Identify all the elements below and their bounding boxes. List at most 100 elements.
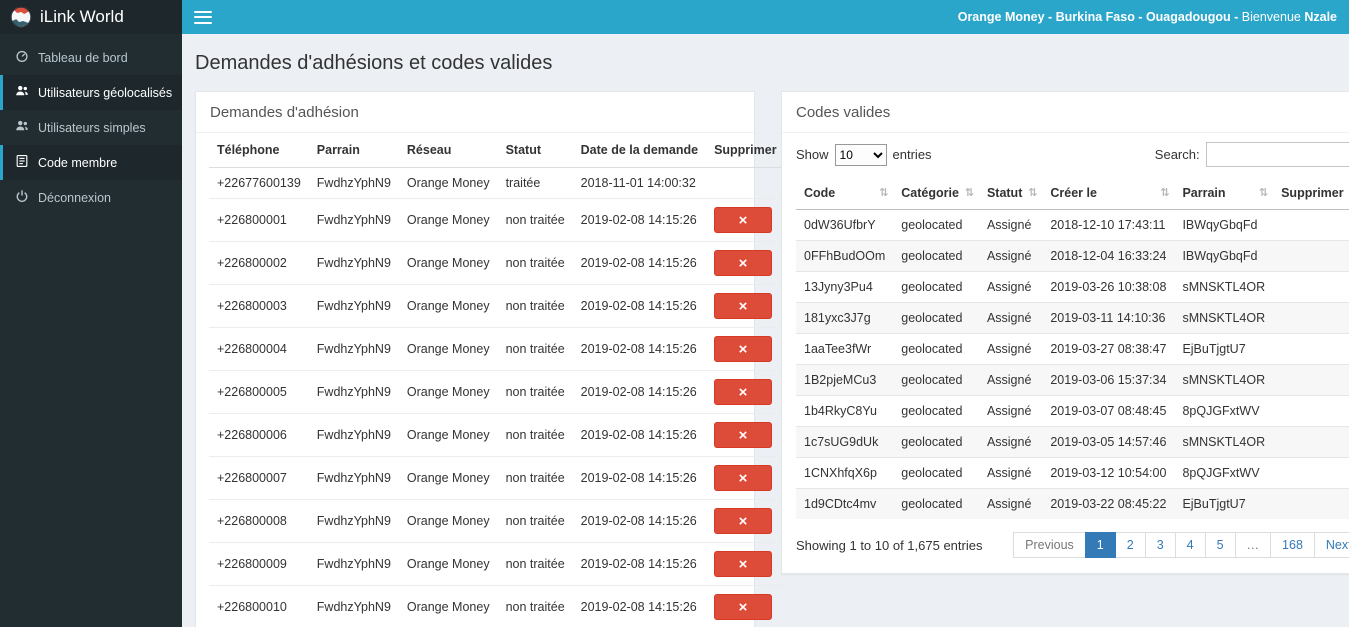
sidebar-item-member-code[interactable]: Code membre xyxy=(0,145,182,180)
request-row: +226800006 FwdhzYphN9 Orange Money non t… xyxy=(209,413,785,457)
delete-request-button[interactable]: × xyxy=(714,336,773,362)
page-button[interactable]: 3 xyxy=(1144,532,1176,558)
created-cell: 2018-12-10 17:43:11 xyxy=(1042,209,1175,241)
network-cell: Orange Money xyxy=(398,198,498,242)
delete-request-button[interactable]: × xyxy=(714,293,773,319)
parrain-cell: sMNSKTL4OR xyxy=(1174,302,1274,334)
phone-cell: +226800003 xyxy=(209,284,309,328)
sidebar-item-label: Tableau de bord xyxy=(38,50,128,65)
network-cell: Orange Money xyxy=(398,413,498,457)
topbar: iLink World Orange Money - Burkina Faso … xyxy=(0,0,1349,34)
code-cell: 1b4RkyC8Yu xyxy=(796,395,894,427)
delete-cell xyxy=(1273,395,1349,427)
x-icon: × xyxy=(738,297,748,315)
status-cell: Assigné xyxy=(978,271,1043,303)
delete-request-button[interactable]: × xyxy=(714,379,773,405)
code-row: 13Jyny3Pu4 geolocated Assigné 2019-03-26… xyxy=(796,271,1349,303)
created-cell: 2019-03-06 15:37:34 xyxy=(1042,364,1175,396)
page-length-control: Show 10 entries xyxy=(796,143,932,166)
sort-icon xyxy=(879,186,888,199)
delete-cell xyxy=(1273,209,1349,241)
date-cell: 2019-02-08 14:15:26 xyxy=(572,327,707,371)
status-cell: non traitée xyxy=(497,585,573,627)
delete-request-button[interactable]: × xyxy=(714,465,773,491)
sidebar-item-dashboard[interactable]: Tableau de bord xyxy=(0,40,182,75)
status-cell: non traitée xyxy=(497,499,573,543)
page-button[interactable]: 4 xyxy=(1174,532,1206,558)
date-cell: 2019-02-08 14:15:26 xyxy=(572,370,707,414)
codes-column-header[interactable]: Code xyxy=(796,177,894,210)
parrain-cell: FwdhzYphN9 xyxy=(308,499,399,543)
code-cell: 1B2pjeMCu3 xyxy=(796,364,894,396)
page-length-select[interactable]: 10 xyxy=(834,143,887,166)
phone-cell: +226800005 xyxy=(209,370,309,414)
page-button[interactable]: 2 xyxy=(1114,532,1146,558)
search-label: Search: xyxy=(1154,147,1200,162)
date-cell: 2018-11-01 14:00:32 xyxy=(572,167,707,199)
top-navbar: Orange Money - Burkina Faso - Ouagadougo… xyxy=(182,0,1349,34)
page-button[interactable]: Previous xyxy=(1013,532,1086,558)
delete-request-button[interactable]: × xyxy=(714,551,773,577)
request-row: +226800005 FwdhzYphN9 Orange Money non t… xyxy=(209,370,785,414)
requests-panel: Demandes d'adhésion Téléphone Parrain Ré… xyxy=(195,91,785,627)
delete-cell xyxy=(1273,333,1349,365)
category-cell: geolocated xyxy=(893,395,979,427)
category-cell: geolocated xyxy=(893,240,979,272)
delete-request-button[interactable]: × xyxy=(714,422,773,448)
parrain-cell: EjBuTjgtU7 xyxy=(1174,488,1274,519)
date-cell: 2019-02-08 14:15:26 xyxy=(572,241,707,285)
sidebar-toggle-button[interactable] xyxy=(194,10,212,24)
sidebar-item-logout[interactable]: Déconnexion xyxy=(0,180,182,215)
page-button[interactable]: 1 xyxy=(1084,532,1116,558)
page-button[interactable]: 168 xyxy=(1270,532,1315,558)
delete-cell xyxy=(1273,488,1349,519)
x-icon: × xyxy=(738,211,748,229)
request-row: +226800002 FwdhzYphN9 Orange Money non t… xyxy=(209,241,785,285)
requests-column-header: Parrain xyxy=(308,133,399,168)
network-cell: Orange Money xyxy=(398,456,498,500)
requests-table: Téléphone Parrain Réseau Statut Date de … xyxy=(209,133,785,627)
delete-request-button[interactable]: × xyxy=(714,508,773,534)
page-button[interactable]: Next xyxy=(1313,532,1349,558)
page-button[interactable]: 5 xyxy=(1204,532,1236,558)
table-info: Showing 1 to 10 of 1,675 entries xyxy=(796,537,983,553)
search-input[interactable] xyxy=(1205,142,1349,167)
network-cell: Orange Money xyxy=(398,499,498,543)
codes-column-header[interactable]: Statut xyxy=(978,177,1043,210)
sidebar-item-simple-users[interactable]: Utilisateurs simples xyxy=(0,110,182,145)
delete-request-button[interactable]: × xyxy=(714,250,773,276)
parrain-cell: FwdhzYphN9 xyxy=(308,413,399,457)
topbar-user-name: Nzale xyxy=(1304,10,1337,24)
status-cell: non traitée xyxy=(497,327,573,371)
brand-logo[interactable]: iLink World xyxy=(0,0,182,34)
status-cell: Assigné xyxy=(978,302,1043,334)
sidebar-item-label: Utilisateurs simples xyxy=(38,120,146,135)
status-cell: Assigné xyxy=(978,364,1043,396)
phone-cell: +226800009 xyxy=(209,542,309,586)
x-icon: × xyxy=(738,426,748,444)
codes-column-header[interactable]: Parrain xyxy=(1174,177,1274,210)
network-cell: Orange Money xyxy=(398,585,498,627)
codes-column-header[interactable]: Catégorie xyxy=(893,177,979,210)
code-cell: 181yxc3J7g xyxy=(796,302,894,334)
code-row: 0dW36UfbrY geolocated Assigné 2018-12-10… xyxy=(796,209,1349,241)
parrain-cell: sMNSKTL4OR xyxy=(1174,426,1274,458)
status-cell: Assigné xyxy=(978,333,1043,365)
page-button[interactable]: … xyxy=(1234,532,1272,558)
sidebar-item-geolocated-users[interactable]: Utilisateurs géolocalisés xyxy=(0,75,182,110)
users-icon xyxy=(15,119,29,136)
x-icon: × xyxy=(738,340,748,358)
requests-column-header: Date de la demande xyxy=(572,133,707,168)
x-icon: × xyxy=(738,598,748,616)
codes-column-header[interactable]: Supprimer xyxy=(1273,177,1349,210)
code-row: 1CNXhfqX6p geolocated Assigné 2019-03-12… xyxy=(796,457,1349,489)
delete-request-button[interactable]: × xyxy=(714,594,773,620)
phone-cell: +226800010 xyxy=(209,585,309,627)
phone-cell: +226800008 xyxy=(209,499,309,543)
status-cell: Assigné xyxy=(978,395,1043,427)
codes-column-header[interactable]: Créer le xyxy=(1042,177,1175,210)
code-cell: 1d9CDtc4mv xyxy=(796,488,894,519)
category-cell: geolocated xyxy=(893,271,979,303)
date-cell: 2019-02-08 14:15:26 xyxy=(572,456,707,500)
delete-request-button[interactable]: × xyxy=(714,207,773,233)
